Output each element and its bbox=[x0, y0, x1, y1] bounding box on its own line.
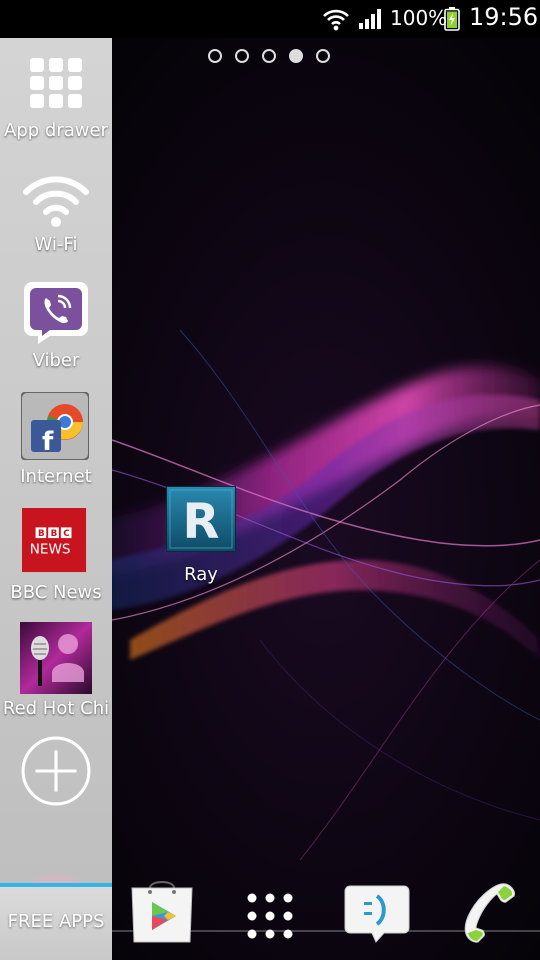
shortcut-ray[interactable]: R Ray bbox=[166, 486, 238, 585]
app-drawer-grid-icon bbox=[30, 58, 82, 108]
sidebar-item-viber[interactable]: Viber bbox=[0, 276, 112, 388]
sidebar-item-label: Internet bbox=[20, 466, 92, 487]
messaging-icon[interactable] bbox=[344, 884, 410, 944]
internet-browser-icon: f bbox=[21, 392, 89, 460]
clock: 19:56 bbox=[469, 3, 539, 31]
signal-icon bbox=[359, 9, 381, 29]
svg-text:NEWS: NEWS bbox=[30, 542, 71, 558]
wifi-icon bbox=[323, 9, 349, 31]
sidebar-item-internet[interactable]: f Internet bbox=[0, 392, 112, 504]
svg-text:f: f bbox=[42, 427, 54, 457]
page-dot bbox=[208, 49, 222, 63]
free-apps-label: FREE APPS bbox=[7, 911, 105, 932]
viber-icon bbox=[24, 282, 88, 344]
sidebar-item-label: Red Hot Chi bbox=[2, 698, 110, 719]
sidebar-item-label: Viber bbox=[32, 350, 80, 371]
sidebar-item-red-hot-chi[interactable]: Red Hot Chi bbox=[0, 622, 112, 734]
svg-text:B: B bbox=[38, 529, 45, 539]
status-bar: 100% 19:56 bbox=[0, 0, 540, 38]
ray-app-icon: R bbox=[166, 486, 236, 552]
svg-text:C: C bbox=[63, 529, 69, 539]
free-apps-button[interactable]: FREE APPS bbox=[0, 875, 112, 960]
sidebar: App drawer Wi-Fi Viber f Internet B B C … bbox=[0, 38, 112, 960]
sidebar-item-app-drawer[interactable]: App drawer bbox=[0, 56, 112, 168]
dock bbox=[112, 872, 540, 960]
wifi-icon bbox=[23, 176, 89, 227]
bbc-news-icon: B B C NEWS bbox=[22, 508, 87, 573]
red-hot-chi-icon bbox=[20, 622, 92, 694]
page-dot bbox=[235, 49, 249, 63]
page-dot bbox=[262, 49, 276, 63]
svg-text:R: R bbox=[183, 494, 220, 550]
sidebar-item-label: App drawer bbox=[4, 120, 108, 141]
page-dot bbox=[316, 49, 330, 63]
sidebar-item-label: BBC News bbox=[10, 582, 102, 603]
free-apps-accent-bar bbox=[0, 883, 112, 887]
sidebar-item-bbc-news[interactable]: B B C NEWS BBC News bbox=[0, 508, 112, 620]
phone-icon[interactable] bbox=[456, 882, 518, 944]
sidebar-item-label: Wi-Fi bbox=[34, 234, 78, 255]
sidebar-add-button[interactable] bbox=[0, 736, 112, 848]
shortcut-label: Ray bbox=[184, 564, 218, 585]
battery-percent: 100% bbox=[390, 6, 448, 30]
battery-charging-icon bbox=[444, 7, 460, 31]
play-store-icon[interactable] bbox=[128, 878, 196, 944]
sidebar-item-wifi[interactable]: Wi-Fi bbox=[0, 168, 112, 280]
apps-grid-icon[interactable] bbox=[246, 892, 294, 940]
svg-text:B: B bbox=[51, 529, 58, 539]
page-dot-active bbox=[289, 49, 303, 63]
add-circle-icon bbox=[21, 736, 91, 806]
